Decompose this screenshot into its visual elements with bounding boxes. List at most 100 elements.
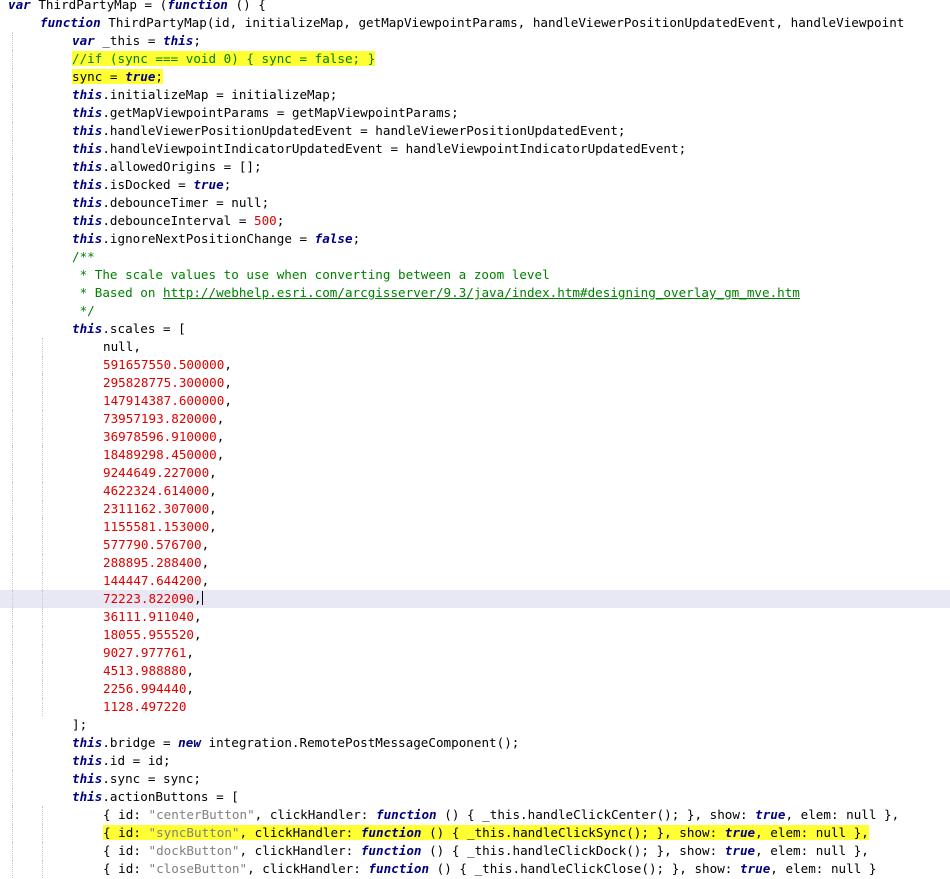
keyword-token: this <box>72 231 103 246</box>
indent-guide <box>12 644 13 662</box>
code-line[interactable]: 18489298.450000, <box>0 446 950 464</box>
code-text: var ThirdPartyMap = (function () { <box>8 0 266 14</box>
number-token: 1128.497220 <box>103 699 187 714</box>
code-token: ]; <box>72 717 88 732</box>
code-line[interactable]: 36978596.910000, <box>0 428 950 446</box>
number-token: 72223.822090 <box>103 591 194 606</box>
code-text: * The scale values to use when convertin… <box>72 266 550 284</box>
code-text: this.sync = sync; <box>72 770 201 788</box>
code-line[interactable]: 288895.288400, <box>0 554 950 572</box>
code-line[interactable]: * The scale values to use when convertin… <box>0 266 950 284</box>
code-line[interactable]: 1128.497220 <box>0 698 950 716</box>
code-line[interactable]: 36111.911040, <box>0 608 950 626</box>
indent-guide <box>12 806 13 824</box>
code-line[interactable]: 18055.955520, <box>0 626 950 644</box>
code-text: 577790.576700, <box>103 536 209 554</box>
keyword-token: this <box>72 141 103 156</box>
code-line[interactable]: this.ignoreNextPositionChange = false; <box>0 230 950 248</box>
indent-guide <box>12 356 13 374</box>
comment-link[interactable]: http://webhelp.esri.com/arcgisserver/9.3… <box>163 285 800 300</box>
code-line[interactable]: 144447.644200, <box>0 572 950 590</box>
code-token: { id: <box>103 861 149 876</box>
highlighted-code: //if (sync === void 0) { sync = false; } <box>72 51 376 66</box>
code-line[interactable]: this.getMapViewpointParams = getMapViewp… <box>0 104 950 122</box>
code-line[interactable]: var _this = this; <box>0 32 950 50</box>
number-token: 288895.288400 <box>103 555 202 570</box>
code-text: 1155581.153000, <box>103 518 217 536</box>
code-line[interactable]: 72223.822090, <box>0 590 950 608</box>
keyword-token: this <box>72 321 103 336</box>
code-token: , <box>224 357 232 372</box>
code-line[interactable]: { id: "syncButton", clickHandler: functi… <box>0 824 950 842</box>
code-line[interactable]: this.debounceTimer = null; <box>0 194 950 212</box>
code-line[interactable]: 2311162.307000, <box>0 500 950 518</box>
code-line[interactable]: this.sync = sync; <box>0 770 950 788</box>
indent-guide <box>42 428 43 446</box>
code-line[interactable]: this.initializeMap = initializeMap; <box>0 86 950 104</box>
code-line[interactable]: this.handleViewpointIndicatorUpdatedEven… <box>0 140 950 158</box>
code-editor[interactable]: var ThirdPartyMap = (function () {functi… <box>0 0 950 879</box>
code-token: , <box>194 609 202 624</box>
code-line[interactable]: { id: "closeButton", clickHandler: funct… <box>0 860 950 878</box>
code-text: 591657550.500000, <box>103 356 232 374</box>
code-line[interactable]: this.handleViewerPositionUpdatedEvent = … <box>0 122 950 140</box>
code-line[interactable]: 295828775.300000, <box>0 374 950 392</box>
keyword-token: this <box>72 105 103 120</box>
code-line[interactable]: */ <box>0 302 950 320</box>
code-line[interactable]: 2256.994440, <box>0 680 950 698</box>
number-token: 144447.644200 <box>103 573 202 588</box>
code-line[interactable]: 1155581.153000, <box>0 518 950 536</box>
indent-guide <box>12 266 13 284</box>
code-text: 144447.644200, <box>103 572 209 590</box>
keyword-token: this <box>72 123 103 138</box>
code-line[interactable]: 147914387.600000, <box>0 392 950 410</box>
code-line[interactable]: 577790.576700, <box>0 536 950 554</box>
code-line[interactable]: { id: "dockButton", clickHandler: functi… <box>0 842 950 860</box>
code-line[interactable]: ]; <box>0 716 950 734</box>
comment-token: */ <box>72 303 95 318</box>
number-token: 18489298.450000 <box>103 447 217 462</box>
keyword-token: function <box>368 861 430 876</box>
code-token: () { _this.handleClickClose(); }, show: <box>429 861 740 876</box>
code-line[interactable]: this.bridge = new integration.RemotePost… <box>0 734 950 752</box>
code-line[interactable]: 9027.977761, <box>0 644 950 662</box>
code-line[interactable]: * Based on http://webhelp.esri.com/arcgi… <box>0 284 950 302</box>
indent-guide <box>12 680 13 698</box>
code-line[interactable]: /** <box>0 248 950 266</box>
keyword-token: function <box>360 843 422 858</box>
comment-token: /** <box>72 249 95 264</box>
code-line[interactable]: { id: "centerButton", clickHandler: func… <box>0 806 950 824</box>
indent-guide <box>42 860 43 878</box>
keyword-token: this <box>163 33 194 48</box>
code-line[interactable]: function ThirdPartyMap(id, initializeMap… <box>0 14 950 32</box>
code-line[interactable]: 4513.988880, <box>0 662 950 680</box>
indent-guide <box>42 698 43 716</box>
code-text: this.debounceTimer = null; <box>72 194 269 212</box>
code-line[interactable]: sync = true; <box>0 68 950 86</box>
code-line[interactable]: this.debounceInterval = 500; <box>0 212 950 230</box>
code-line[interactable]: null, <box>0 338 950 356</box>
code-line[interactable]: this.isDocked = true; <box>0 176 950 194</box>
indent-guide <box>42 806 43 824</box>
code-text: this.ignoreNextPositionChange = false; <box>72 230 360 248</box>
code-line[interactable]: 9244649.227000, <box>0 464 950 482</box>
keyword-token: this <box>72 789 103 804</box>
code-token: .debounceTimer = null; <box>102 195 270 210</box>
indent-guide <box>12 500 13 518</box>
indent-guide <box>12 662 13 680</box>
code-token: .id = id; <box>102 753 171 768</box>
code-token: , <box>194 627 202 642</box>
code-line[interactable]: var ThirdPartyMap = (function () { <box>0 0 950 14</box>
keyword-token: false <box>314 231 353 246</box>
code-line[interactable]: this.actionButtons = [ <box>0 788 950 806</box>
code-line[interactable]: 73957193.820000, <box>0 410 950 428</box>
code-token: , <box>216 447 225 462</box>
indent-guide <box>12 482 13 500</box>
code-line[interactable]: //if (sync === void 0) { sync = false; } <box>0 50 950 68</box>
number-token: 147914387.600000 <box>103 393 225 408</box>
code-line[interactable]: 591657550.500000, <box>0 356 950 374</box>
code-line[interactable]: this.allowedOrigins = []; <box>0 158 950 176</box>
code-line[interactable]: this.id = id; <box>0 752 950 770</box>
code-line[interactable]: 4622324.614000, <box>0 482 950 500</box>
code-line[interactable]: this.scales = [ <box>0 320 950 338</box>
